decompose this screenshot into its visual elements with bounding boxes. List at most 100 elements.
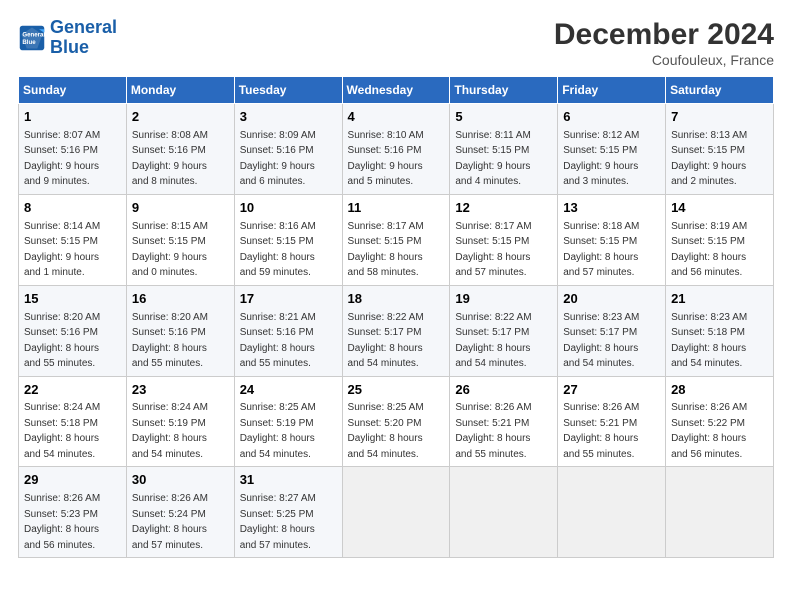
logo: General Blue General Blue [18, 18, 117, 58]
day-number: 26 [455, 381, 552, 400]
day-number: 16 [132, 290, 229, 309]
day-number: 1 [24, 108, 121, 127]
header: General Blue General Blue December 2024 … [18, 18, 774, 68]
day-cell: 20 Sunrise: 8:23 AMSunset: 5:17 PMDayligh… [558, 285, 666, 376]
calendar-table: SundayMondayTuesdayWednesdayThursdayFrid… [18, 76, 774, 558]
day-number: 29 [24, 471, 121, 490]
day-cell [558, 467, 666, 558]
day-cell: 11 Sunrise: 8:17 AMSunset: 5:15 PMDayligh… [342, 194, 450, 285]
day-info: Sunrise: 8:15 AMSunset: 5:15 PMDaylight:… [132, 221, 208, 279]
day-cell: 23Sunrise: 8:24 AMSunset: 5:19 PMDayligh… [126, 376, 234, 467]
day-cell [666, 467, 774, 558]
week-row-3: 15Sunrise: 8:20 AMSunset: 5:16 PMDayligh… [19, 285, 774, 376]
day-cell: 12Sunrise: 8:17 AMSunset: 5:15 PMDayligh… [450, 194, 558, 285]
day-info: Sunrise: 8:11 AMSunset: 5:15 PMDaylight:… [455, 130, 530, 188]
day-cell: 3Sunrise: 8:09 AMSunset: 5:16 PMDaylight… [234, 104, 342, 195]
day-info: Sunrise: 8:16 AMSunset: 5:15 PMDaylight:… [240, 221, 316, 279]
day-number: 9 [132, 199, 229, 218]
day-number: 7 [671, 108, 768, 127]
day-info: Sunrise: 8:18 AMSunset: 5:15 PMDaylight:… [563, 221, 639, 279]
day-cell: 29 Sunrise: 8:26 AMSunset: 5:23 PMDayligh… [19, 467, 127, 558]
week-row-5: 29 Sunrise: 8:26 AMSunset: 5:23 PMDayligh… [19, 467, 774, 558]
day-info: Sunrise: 8:07 AMSunset: 5:16 PMDaylight:… [24, 130, 100, 188]
day-number: 11 [348, 199, 445, 218]
col-header-friday: Friday [558, 77, 666, 104]
day-cell: 16 Sunrise: 8:20 AMSunset: 5:16 PMDayligh… [126, 285, 234, 376]
col-header-tuesday: Tuesday [234, 77, 342, 104]
day-cell: 21 Sunrise: 8:23 AMSunset: 5:18 PMDayligh… [666, 285, 774, 376]
day-info: Sunrise: 8:08 AMSunset: 5:16 PMDaylight:… [132, 130, 208, 188]
day-info: Sunrise: 8:19 AMSunset: 5:15 PMDaylight:… [671, 221, 747, 279]
day-info: Sunrise: 8:20 AMSunset: 5:16 PMDaylight:… [132, 312, 208, 370]
day-cell: 15Sunrise: 8:20 AMSunset: 5:16 PMDayligh… [19, 285, 127, 376]
day-cell: 31 Sunrise: 8:27 AMSunset: 5:25 PMDayligh… [234, 467, 342, 558]
day-number: 21 [671, 290, 768, 309]
day-info: Sunrise: 8:17 AMSunset: 5:15 PMDaylight:… [348, 221, 424, 279]
day-number: 2 [132, 108, 229, 127]
day-info: Sunrise: 8:24 AMSunset: 5:19 PMDaylight:… [132, 402, 208, 460]
week-row-2: 8 Sunrise: 8:14 AMSunset: 5:15 PMDaylight… [19, 194, 774, 285]
day-number: 31 [240, 471, 337, 490]
day-number: 20 [563, 290, 660, 309]
day-info: Sunrise: 8:26 AMSunset: 5:21 PMDaylight:… [455, 402, 531, 460]
day-cell: 10 Sunrise: 8:16 AMSunset: 5:15 PMDayligh… [234, 194, 342, 285]
day-number: 17 [240, 290, 337, 309]
day-number: 13 [563, 199, 660, 218]
day-cell: 14 Sunrise: 8:19 AMSunset: 5:15 PMDayligh… [666, 194, 774, 285]
col-header-thursday: Thursday [450, 77, 558, 104]
header-row: SundayMondayTuesdayWednesdayThursdayFrid… [19, 77, 774, 104]
day-info: Sunrise: 8:20 AMSunset: 5:16 PMDaylight:… [24, 312, 100, 370]
day-info: Sunrise: 8:26 AMSunset: 5:23 PMDaylight:… [24, 493, 100, 551]
day-cell [450, 467, 558, 558]
day-number: 14 [671, 199, 768, 218]
day-info: Sunrise: 8:14 AMSunset: 5:15 PMDaylight:… [24, 221, 100, 279]
day-cell: 9 Sunrise: 8:15 AMSunset: 5:15 PMDaylight… [126, 194, 234, 285]
day-number: 27 [563, 381, 660, 400]
day-cell: 4 Sunrise: 8:10 AMSunset: 5:16 PMDaylight… [342, 104, 450, 195]
day-number: 19 [455, 290, 552, 309]
col-header-wednesday: Wednesday [342, 77, 450, 104]
day-info: Sunrise: 8:25 AMSunset: 5:19 PMDaylight:… [240, 402, 316, 460]
svg-text:General: General [22, 31, 45, 38]
day-cell: 30Sunrise: 8:26 AMSunset: 5:24 PMDayligh… [126, 467, 234, 558]
day-number: 6 [563, 108, 660, 127]
logo-text: General Blue [50, 18, 117, 58]
day-number: 30 [132, 471, 229, 490]
day-info: Sunrise: 8:23 AMSunset: 5:17 PMDaylight:… [563, 312, 639, 370]
day-number: 4 [348, 108, 445, 127]
day-cell: 2 Sunrise: 8:08 AMSunset: 5:16 PMDaylight… [126, 104, 234, 195]
day-cell: 5 Sunrise: 8:11 AMSunset: 5:15 PMDaylight… [450, 104, 558, 195]
day-info: Sunrise: 8:13 AMSunset: 5:15 PMDaylight:… [671, 130, 747, 188]
col-header-sunday: Sunday [19, 77, 127, 104]
sub-title: Coufouleux, France [554, 52, 774, 68]
week-row-1: 1 Sunrise: 8:07 AMSunset: 5:16 PMDaylight… [19, 104, 774, 195]
day-cell: 27 Sunrise: 8:26 AMSunset: 5:21 PMDayligh… [558, 376, 666, 467]
day-info: Sunrise: 8:25 AMSunset: 5:20 PMDaylight:… [348, 402, 424, 460]
day-info: Sunrise: 8:23 AMSunset: 5:18 PMDaylight:… [671, 312, 747, 370]
day-number: 5 [455, 108, 552, 127]
day-cell: 17 Sunrise: 8:21 AMSunset: 5:16 PMDayligh… [234, 285, 342, 376]
day-info: Sunrise: 8:24 AMSunset: 5:18 PMDaylight:… [24, 402, 100, 460]
day-cell: 24Sunrise: 8:25 AMSunset: 5:19 PMDayligh… [234, 376, 342, 467]
logo-icon: General Blue [18, 24, 46, 52]
day-number: 28 [671, 381, 768, 400]
day-cell [342, 467, 450, 558]
day-cell: 13 Sunrise: 8:18 AMSunset: 5:15 PMDayligh… [558, 194, 666, 285]
day-number: 10 [240, 199, 337, 218]
day-cell: 26 Sunrise: 8:26 AMSunset: 5:21 PMDayligh… [450, 376, 558, 467]
day-info: Sunrise: 8:10 AMSunset: 5:16 PMDaylight:… [348, 130, 424, 188]
day-info: Sunrise: 8:27 AMSunset: 5:25 PMDaylight:… [240, 493, 316, 551]
day-cell: 25Sunrise: 8:25 AMSunset: 5:20 PMDayligh… [342, 376, 450, 467]
day-info: Sunrise: 8:26 AMSunset: 5:21 PMDaylight:… [563, 402, 639, 460]
day-cell: 1 Sunrise: 8:07 AMSunset: 5:16 PMDaylight… [19, 104, 127, 195]
day-cell: 28 Sunrise: 8:26 AMSunset: 5:22 PMDayligh… [666, 376, 774, 467]
day-number: 18 [348, 290, 445, 309]
title-area: December 2024 Coufouleux, France [554, 18, 774, 68]
day-info: Sunrise: 8:09 AMSunset: 5:16 PMDaylight:… [240, 130, 316, 188]
day-cell: 22Sunrise: 8:24 AMSunset: 5:18 PMDayligh… [19, 376, 127, 467]
day-number: 8 [24, 199, 121, 218]
day-info: Sunrise: 8:26 AMSunset: 5:22 PMDaylight:… [671, 402, 747, 460]
day-info: Sunrise: 8:21 AMSunset: 5:16 PMDaylight:… [240, 312, 316, 370]
svg-text:Blue: Blue [22, 39, 36, 46]
day-cell: 8 Sunrise: 8:14 AMSunset: 5:15 PMDaylight… [19, 194, 127, 285]
